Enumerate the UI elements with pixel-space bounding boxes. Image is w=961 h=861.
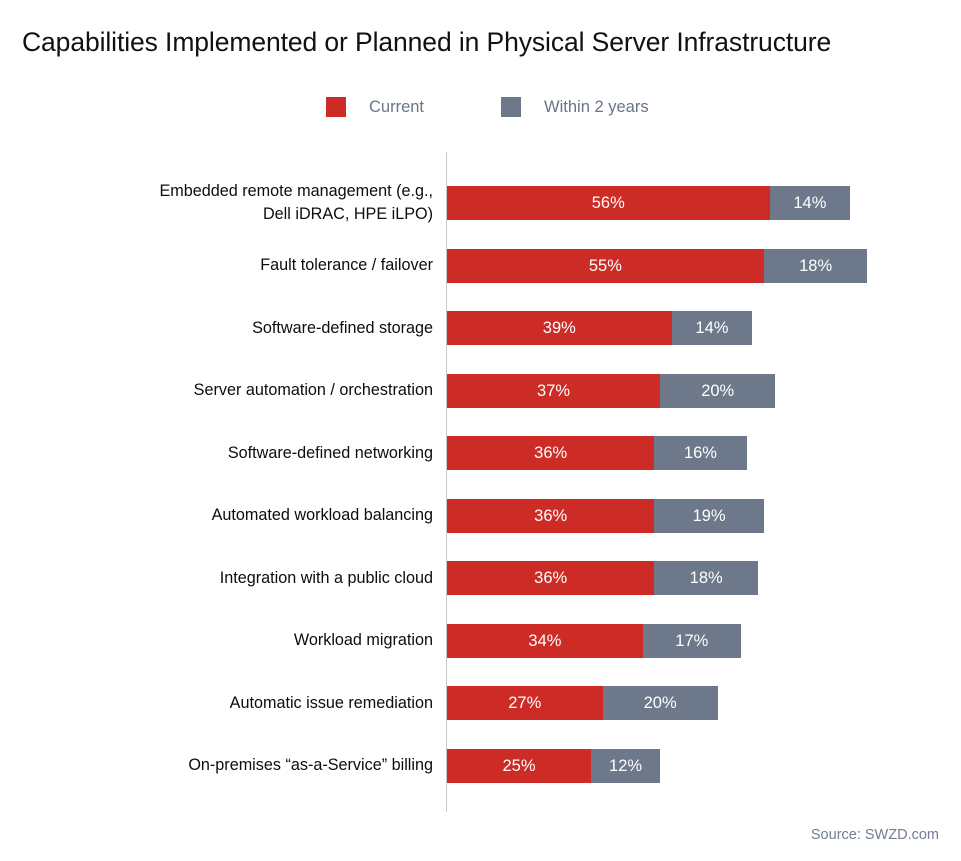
category-label: Fault tolerance / failover (53, 235, 433, 298)
stacked-bar[interactable]: 36% 18% (447, 561, 759, 595)
category-label-line: On-premises “as-a-Service” billing (188, 756, 433, 775)
stacked-bar[interactable]: 56% 14% (447, 186, 851, 220)
legend-swatch-current-icon (326, 97, 346, 117)
legend-swatch-within-2-years-icon (501, 97, 522, 117)
legend-label-within-2-years: Within 2 years (544, 98, 649, 116)
legend-item-current[interactable]: Current (326, 95, 424, 119)
category-label: Automated workload balancing (53, 485, 433, 548)
bar-segment-within-2-years[interactable]: 18% (654, 561, 759, 595)
bar-row: Server automation / orchestration 37% 20% (0, 360, 961, 423)
stacked-bar[interactable]: 34% 17% (447, 623, 741, 658)
bar-segment-current[interactable]: 25% (447, 748, 591, 783)
category-label-line: Software-defined storage (252, 318, 433, 337)
legend-label-current: Current (369, 98, 425, 116)
category-label: On-premises “as-a-Service” billing (53, 735, 433, 798)
bar-segment-within-2-years[interactable]: 19% (654, 498, 764, 533)
stacked-bar[interactable]: 37% 20% (447, 373, 776, 408)
chart-title: Capabilities Implemented or Planned in P… (22, 27, 832, 57)
stacked-bar[interactable]: 27% 20% (447, 686, 718, 720)
category-label-line: Workload migration (293, 631, 433, 650)
stacked-bar[interactable]: 55% 18% (447, 248, 868, 283)
category-label: Embedded remote management (e.g., Dell iD… (53, 172, 433, 235)
stacked-bar[interactable]: 39% 14% (447, 311, 753, 345)
category-label: Software-defined networking (53, 422, 433, 485)
category-label-line: Integration with a public cloud (219, 568, 433, 587)
category-label-line: Fault tolerance / failover (260, 256, 433, 275)
category-label: Automatic issue remediation (53, 672, 433, 735)
plot-area: Embedded remote management (e.g., Dell iD… (0, 152, 961, 812)
bar-segment-current[interactable]: 36% (447, 498, 655, 533)
chart-legend: Current Within 2 years (326, 95, 649, 119)
category-label: Integration with a public cloud (53, 547, 433, 610)
bar-segment-within-2-years[interactable]: 20% (660, 373, 776, 408)
bar-segment-within-2-years[interactable]: 12% (591, 748, 661, 783)
bar-segment-current[interactable]: 34% (447, 623, 643, 658)
category-label-line: Server automation / orchestration (193, 381, 433, 400)
category-label-line: Automated workload balancing (211, 506, 433, 525)
bar-segment-current[interactable]: 36% (447, 561, 655, 595)
bar-segment-within-2-years[interactable]: 17% (642, 623, 741, 658)
bar-segment-current[interactable]: 55% (447, 248, 764, 283)
stacked-bar[interactable]: 25% 12% (447, 748, 661, 783)
category-label-line: Dell iDRAC, HPE iLPO) (262, 205, 433, 224)
bar-row: Automatic issue remediation 27% 20% (0, 672, 961, 735)
bar-row: Software-defined networking 36% 16% (0, 422, 961, 485)
bar-row: Embedded remote management (e.g., Dell iD… (0, 172, 961, 235)
bar-row: Automated workload balancing 36% 19% (0, 485, 961, 548)
bar-segment-current[interactable]: 56% (447, 186, 770, 220)
chart-container: Capabilities Implemented or Planned in P… (0, 0, 961, 861)
bar-row: Fault tolerance / failover 55% 18% (0, 235, 961, 298)
bar-segment-within-2-years[interactable]: 16% (654, 436, 747, 470)
category-label-line: Automatic issue remediation (229, 693, 433, 712)
bar-segment-current[interactable]: 37% (447, 373, 661, 408)
bar-segment-current[interactable]: 27% (447, 686, 603, 720)
bar-segment-within-2-years[interactable]: 20% (602, 686, 718, 720)
bar-row: Workload migration 34% 17% (0, 610, 961, 673)
category-label: Server automation / orchestration (53, 360, 433, 423)
bar-segment-within-2-years[interactable]: 18% (763, 248, 868, 283)
source-note: Source: SWZD.com (810, 827, 939, 843)
bar-row: Software-defined storage 39% 14% (0, 297, 961, 360)
bar-row: On-premises “as-a-Service” billing 25% 12% (0, 735, 961, 798)
bar-segment-within-2-years[interactable]: 14% (671, 311, 753, 345)
stacked-bar[interactable]: 36% 19% (447, 498, 764, 533)
bar-row: Integration with a public cloud 36% 18% (0, 547, 961, 610)
bar-segment-current[interactable]: 36% (447, 436, 655, 470)
category-label-line: Embedded remote management (e.g., (159, 182, 433, 201)
bar-segment-within-2-years[interactable]: 14% (769, 186, 851, 220)
stacked-bar[interactable]: 36% 16% (447, 436, 747, 470)
legend-item-within-2-years[interactable]: Within 2 years (501, 95, 649, 119)
category-label: Software-defined storage (53, 297, 433, 360)
category-label: Workload migration (53, 610, 433, 673)
category-label-line: Software-defined networking (227, 443, 433, 462)
bar-segment-current[interactable]: 39% (447, 311, 672, 345)
